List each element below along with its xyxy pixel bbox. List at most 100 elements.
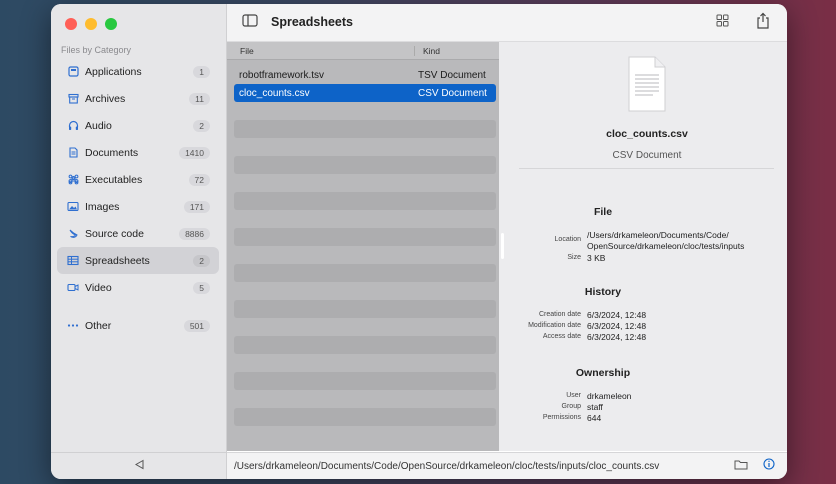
access-date-value: 6/3/2024, 12:48 xyxy=(587,332,647,342)
location-row: Location /Users/drkameleon/Documents/Cod… xyxy=(507,230,777,252)
user-label: User xyxy=(566,392,581,399)
file-name-cell: robotframework.tsv xyxy=(239,69,325,81)
sidebar-item-count: 171 xyxy=(183,200,210,213)
group-label: Group xyxy=(561,403,581,410)
detail-file-name: cloc_counts.csv xyxy=(606,128,688,140)
detail-file-kind: CSV Document xyxy=(612,150,682,161)
modification-date-value: 6/3/2024, 12:48 xyxy=(587,321,647,331)
sidebar-item-count: 8886 xyxy=(179,227,210,240)
group-row: Group staff xyxy=(507,402,777,413)
empty-row xyxy=(234,318,496,336)
detail-panel: cloc_counts.csv CSV Document File Locati… xyxy=(507,42,787,451)
empty-row xyxy=(234,264,496,282)
ellipsis-icon xyxy=(67,320,79,332)
modification-date-row: Modification date 6/3/2024, 12:48 xyxy=(507,321,777,332)
share-button[interactable] xyxy=(754,12,772,34)
toolbar: Spreadsheets xyxy=(227,4,787,42)
info-button[interactable] xyxy=(761,458,777,474)
empty-row xyxy=(234,354,496,372)
sidebar-item-count: 501 xyxy=(183,319,210,332)
location-value-line1: /Users/drkameleon/Documents/Code/ xyxy=(587,230,729,240)
user-value: drkameleon xyxy=(587,391,632,401)
empty-row xyxy=(234,102,496,120)
empty-row xyxy=(234,300,496,318)
grid-view-button[interactable] xyxy=(713,14,731,32)
section-title-file: File xyxy=(593,206,613,218)
sidebar-item-executables[interactable]: Executables 72 xyxy=(57,166,219,193)
file-list: File Kind robotframework.tsv TSV Documen… xyxy=(227,42,499,451)
section-title-history: History xyxy=(584,286,622,298)
column-header-kind[interactable]: Kind xyxy=(414,45,499,56)
sidebar-item-label: Video xyxy=(85,281,112,294)
info-icon xyxy=(763,457,775,475)
sidebar-item-applications[interactable]: Applications 1 xyxy=(57,58,219,85)
back-triangle-icon[interactable] xyxy=(134,457,145,475)
status-path: /Users/drkameleon/Documents/Code/OpenSou… xyxy=(234,460,660,472)
sidebar-item-count: 5 xyxy=(193,281,210,294)
empty-row xyxy=(234,246,496,264)
headphones-icon xyxy=(67,120,79,132)
sidebar-item-label: Other xyxy=(85,319,112,332)
grid-icon xyxy=(716,14,729,32)
status-bar: /Users/drkameleon/Documents/Code/OpenSou… xyxy=(227,452,787,479)
sidebar-item-source-code[interactable]: Source code 8886 xyxy=(57,220,219,247)
sidebar-footer xyxy=(51,452,227,479)
size-row: Size 3 KB xyxy=(507,253,777,264)
empty-row xyxy=(234,408,496,426)
divider-grip[interactable] xyxy=(501,233,504,259)
sidebar-item-label: Source code xyxy=(85,227,144,240)
file-kind-cell: TSV Document xyxy=(418,69,486,81)
sidebar-item-label: Applications xyxy=(85,65,142,78)
empty-row xyxy=(234,426,496,444)
empty-row xyxy=(234,372,496,390)
column-header-file[interactable]: File xyxy=(227,46,414,56)
minimize-window-button[interactable] xyxy=(85,18,97,30)
sidebar-item-label: Documents xyxy=(85,146,139,159)
user-row: User drkameleon xyxy=(507,391,777,402)
share-icon xyxy=(756,12,770,34)
sidebar-item-archives[interactable]: Archives 11 xyxy=(57,85,219,112)
empty-row xyxy=(234,120,496,138)
detail-divider xyxy=(519,168,774,169)
close-window-button[interactable] xyxy=(65,18,77,30)
sidebar-item-other[interactable]: Other 501 xyxy=(57,312,219,339)
sidebar-heading: Files by Category xyxy=(61,45,132,55)
empty-row xyxy=(234,390,496,408)
creation-date-value: 6/3/2024, 12:48 xyxy=(587,310,647,320)
empty-row xyxy=(234,228,496,246)
sidebar-list: Applications 1 Archives 11 Audio 2 Docum… xyxy=(57,58,219,339)
table-row-selected[interactable]: cloc_counts.csv CSV Document xyxy=(234,84,496,102)
csv-document-icon xyxy=(626,55,668,118)
sidebar-separator xyxy=(57,301,219,312)
empty-row xyxy=(234,336,496,354)
table-row[interactable]: robotframework.tsv TSV Document xyxy=(234,66,496,84)
window-controls xyxy=(65,18,117,30)
sidebar: Files by Category Applications 1 Archive… xyxy=(51,4,227,479)
folder-icon xyxy=(734,457,748,475)
sidebar-item-count: 2 xyxy=(193,254,210,267)
sidebar-item-video[interactable]: Video 5 xyxy=(57,274,219,301)
empty-row xyxy=(234,282,496,300)
location-value: /Users/drkameleon/Documents/Code/ OpenSo… xyxy=(587,230,777,252)
page-title: Spreadsheets xyxy=(271,15,353,29)
permissions-value: 644 xyxy=(587,413,602,423)
toggle-sidebar-button[interactable] xyxy=(241,14,259,32)
sidebar-item-label: Spreadsheets xyxy=(85,254,150,267)
empty-row xyxy=(234,210,496,228)
location-label: Location xyxy=(554,236,581,243)
sidebar-item-count: 1410 xyxy=(179,146,210,159)
reveal-in-folder-button[interactable] xyxy=(733,458,749,474)
sidebar-item-spreadsheets[interactable]: Spreadsheets 2 xyxy=(57,247,219,274)
photo-icon xyxy=(67,201,79,213)
access-date-row: Access date 6/3/2024, 12:48 xyxy=(507,332,777,343)
sidebar-item-label: Images xyxy=(85,200,120,213)
sidebar-item-images[interactable]: Images 171 xyxy=(57,193,219,220)
app-icon xyxy=(67,66,79,78)
sidebar-item-label: Audio xyxy=(85,119,112,132)
sidebar-item-audio[interactable]: Audio 2 xyxy=(57,112,219,139)
zoom-window-button[interactable] xyxy=(105,18,117,30)
split-divider[interactable] xyxy=(499,42,507,451)
document-icon xyxy=(67,147,79,159)
sidebar-item-documents[interactable]: Documents 1410 xyxy=(57,139,219,166)
list-header: File Kind xyxy=(227,42,499,60)
